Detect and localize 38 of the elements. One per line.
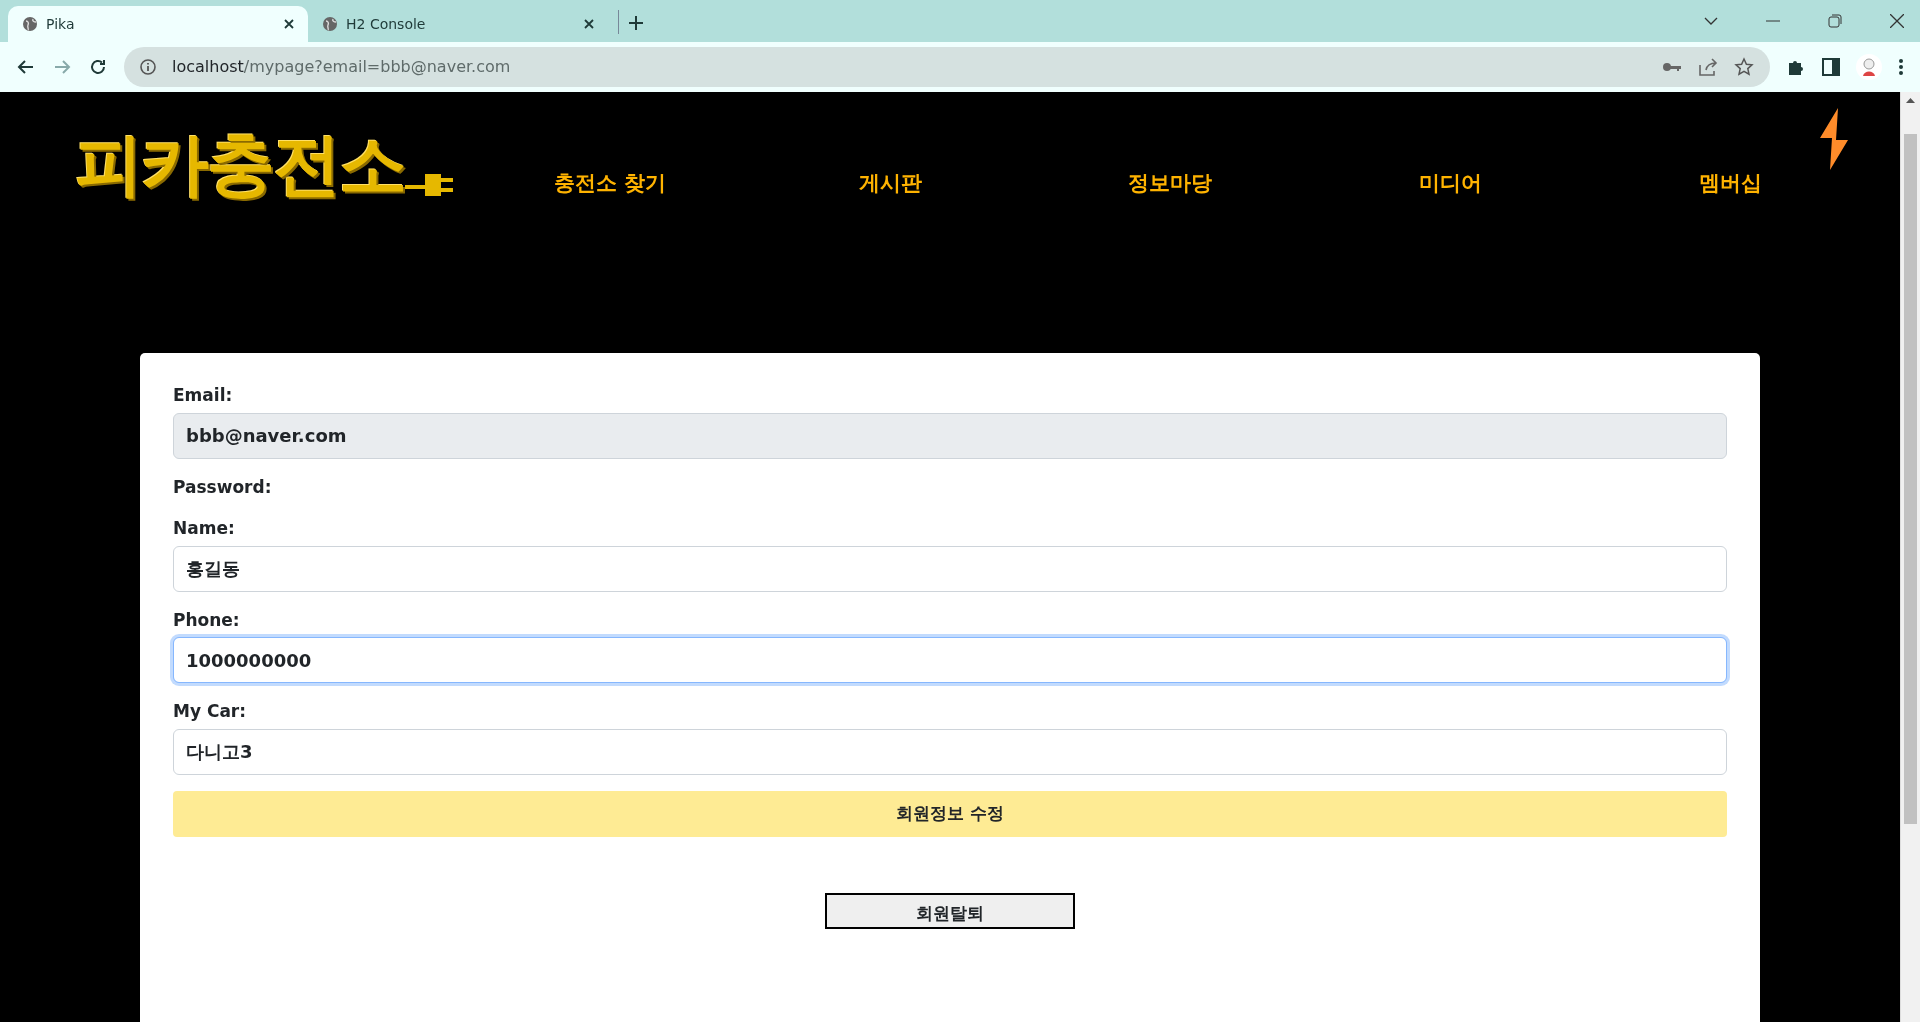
lightning-icon [1818, 108, 1850, 170]
browser-tab[interactable]: Pika [8, 6, 308, 42]
menu-icon[interactable] [1898, 58, 1904, 76]
field-label: Name: [173, 517, 236, 540]
globe-icon [322, 16, 338, 32]
input-field[interactable]: bbb@naver.com [173, 412, 1727, 459]
address-bar[interactable]: localhost/mypage?email=bbb@naver.com [124, 47, 1770, 87]
browser-tab[interactable]: H2 Console [308, 6, 608, 42]
globe-icon [22, 16, 38, 32]
close-icon[interactable] [284, 19, 294, 29]
input-field[interactable]: 다니고3 [173, 728, 1727, 775]
field-label: My Car: [173, 700, 248, 723]
url-text: localhost/mypage?email=bbb@naver.com [172, 56, 512, 78]
key-icon[interactable] [1662, 60, 1682, 74]
nav-link[interactable]: 정보마당 [1030, 167, 1310, 199]
nav-link[interactable]: 충전소 찾기 [470, 167, 750, 199]
field-label: Email: [173, 384, 234, 407]
field-label: Password: [173, 475, 273, 499]
input-field[interactable]: 홍길동 [173, 545, 1727, 592]
reload-icon[interactable] [88, 57, 108, 77]
input-field[interactable]: 1000000000 [173, 637, 1727, 683]
side-panel-icon[interactable] [1822, 58, 1840, 76]
close-icon[interactable] [584, 19, 594, 29]
new-tab-icon[interactable] [629, 16, 643, 30]
site-logo[interactable]: 피카충전소 [75, 131, 405, 199]
star-icon[interactable] [1734, 57, 1754, 77]
share-icon[interactable] [1698, 58, 1718, 76]
nav-link[interactable]: 멤버십 [1590, 167, 1870, 199]
withdraw-button[interactable]: 회원탈퇴 [825, 892, 1075, 929]
field-label: Phone: [173, 608, 241, 632]
nav-link[interactable]: 미디어 [1310, 167, 1590, 199]
info-icon [140, 59, 156, 75]
chevron-down-icon[interactable] [1704, 17, 1718, 25]
nav-link[interactable]: 게시판 [750, 167, 1030, 199]
close-icon[interactable] [1890, 14, 1904, 28]
update-button[interactable]: 회원정보 수정 [173, 790, 1727, 837]
restore-icon[interactable] [1828, 14, 1842, 28]
avatar-icon[interactable] [1856, 54, 1882, 80]
